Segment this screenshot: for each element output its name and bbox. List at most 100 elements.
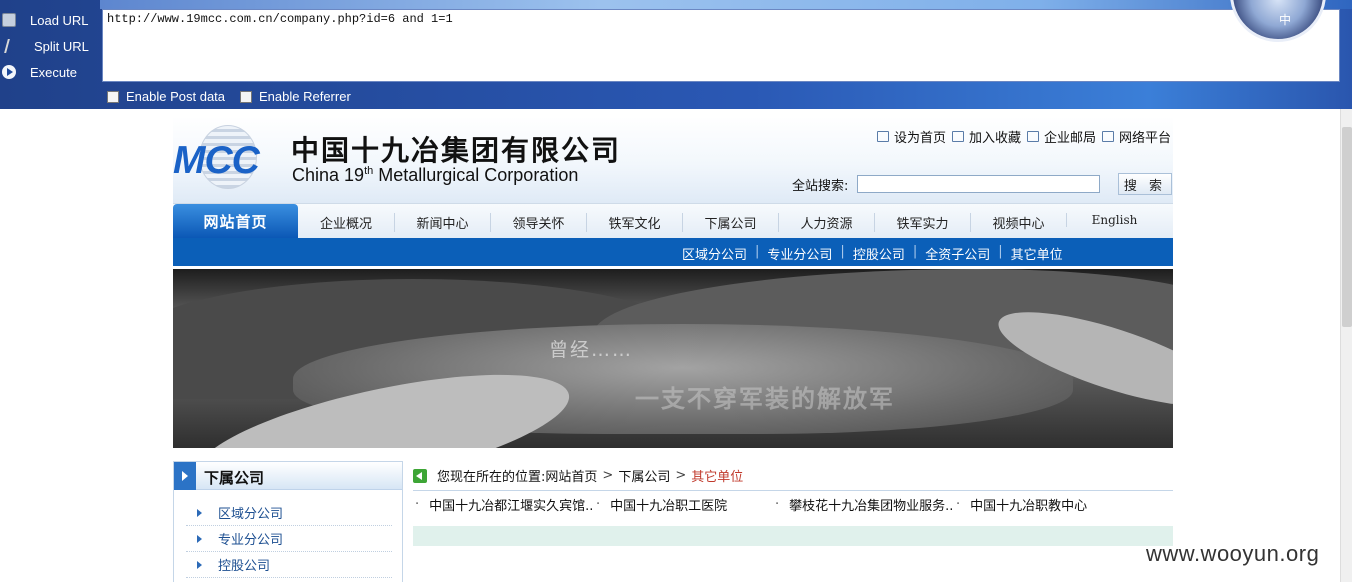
network-platform-link[interactable]: 网络平台 xyxy=(1102,127,1171,146)
add-favorite-link[interactable]: 加入收藏 xyxy=(952,127,1021,146)
search-input[interactable] xyxy=(857,175,1100,193)
divider: | xyxy=(755,244,760,259)
mcc-logo[interactable]: MCC xyxy=(173,125,277,191)
sidebar-title: 下属公司 xyxy=(204,469,265,487)
list-item[interactable]: · 中国十九冶职工医院 xyxy=(596,495,727,514)
breadcrumb-current: 其它单位 xyxy=(691,470,744,485)
sidebar-item-holding[interactable]: 控股公司 xyxy=(186,552,392,578)
execute-button[interactable]: Execute xyxy=(0,61,100,83)
top-link-label: 企业邮局 xyxy=(1044,131,1097,146)
website: MCC 中国十九冶集团有限公司 China 19th Metallurgical… xyxy=(173,117,1173,582)
breadcrumb: 您现在所在的位置: 网站首页 > 下属公司 > 其它单位 xyxy=(413,461,1173,491)
chevron-right-icon: > xyxy=(675,468,687,483)
nav-item-strength[interactable]: 铁军实力 xyxy=(874,213,970,232)
banner-image: 曾经…… 一支不穿军装的解放军 xyxy=(173,269,1173,448)
divider: | xyxy=(912,244,918,259)
list-item[interactable]: · 中国十九冶职教中心 xyxy=(956,495,1087,514)
logo-text: MCC xyxy=(173,139,260,182)
top-link-label: 网络平台 xyxy=(1119,131,1172,146)
bullet-icon xyxy=(197,508,202,517)
nav-item-news[interactable]: 新闻中心 xyxy=(394,213,490,232)
enable-referrer-checkbox[interactable]: Enable Referrer xyxy=(240,89,351,104)
sidebar-item-label: 专业分公司 xyxy=(218,533,284,548)
page-scrollbar[interactable] xyxy=(1340,109,1352,582)
top-link-label: 设为首页 xyxy=(894,131,947,146)
watermark: www.wooyun.org xyxy=(1146,541,1320,566)
nav-item-culture[interactable]: 铁军文化 xyxy=(586,213,682,232)
nav-item-subsidiaries[interactable]: 下属公司 xyxy=(682,213,778,232)
bullet-icon: · xyxy=(415,497,420,512)
set-homepage-link[interactable]: 设为首页 xyxy=(877,127,946,146)
checkbox-box[interactable] xyxy=(107,90,119,103)
bullet-icon xyxy=(197,534,202,543)
sidebar-item-label: 区域分公司 xyxy=(218,507,284,522)
breadcrumb-parent[interactable]: 下属公司 xyxy=(618,466,670,485)
sidebar: 下属公司 区域分公司 专业分公司 控股公司 xyxy=(173,461,403,582)
company-name-chinese: 中国十九冶集团有限公司 xyxy=(291,134,622,167)
breadcrumb-home[interactable]: 网站首页 xyxy=(545,466,597,485)
sub-nav-regional[interactable]: 区域分公司 xyxy=(682,244,747,263)
nav-item-english[interactable]: English xyxy=(1066,213,1162,227)
sidebar-item-regional[interactable]: 区域分公司 xyxy=(186,500,392,526)
sidebar-item-professional[interactable]: 专业分公司 xyxy=(186,526,392,552)
breadcrumb-prefix: 您现在所在的位置: xyxy=(437,470,546,485)
speaker-icon xyxy=(413,468,427,483)
load-url-button[interactable]: Load URL xyxy=(0,9,100,31)
url-textarea[interactable]: http://www.19mcc.com.cn/company.php?id=6… xyxy=(102,9,1340,82)
company-en-part: China 19 xyxy=(292,165,365,185)
list-item[interactable]: · 攀枝花十九冶集团物业服务.. xyxy=(775,495,953,514)
main-navigation: 网站首页 企业概况 新闻中心 领导关怀 铁军文化 下属公司 人力资源 铁军实力 … xyxy=(173,203,1173,239)
home-icon xyxy=(877,131,889,142)
nav-item-overview[interactable]: 企业概况 xyxy=(298,213,394,232)
bullet-icon: · xyxy=(956,497,961,512)
list-item-label: 中国十九冶都江堰实久宾馆.. xyxy=(429,499,594,514)
banner-caption-1: 曾经…… xyxy=(549,339,634,361)
execute-label: Execute xyxy=(30,64,77,80)
bullet-icon xyxy=(197,560,202,569)
load-url-icon xyxy=(2,13,16,27)
company-name-english: China 19th Metallurgical Corporation xyxy=(292,165,578,186)
mail-icon xyxy=(1027,131,1040,142)
chevron-right-icon: > xyxy=(602,468,614,483)
network-icon xyxy=(1102,131,1115,142)
sub-nav-professional[interactable]: 专业分公司 xyxy=(767,244,832,263)
split-url-label: Split URL xyxy=(34,38,89,54)
list-item[interactable]: · 中国十九冶都江堰实久宾馆.. xyxy=(415,495,593,514)
sub-nav-other[interactable]: 其它单位 xyxy=(1011,244,1063,263)
nav-item-home[interactable]: 网站首页 xyxy=(173,204,298,239)
divider: | xyxy=(998,244,1003,259)
nav-item-video[interactable]: 视频中心 xyxy=(970,213,1066,232)
corporate-mail-link[interactable]: 企业邮局 xyxy=(1027,127,1096,146)
arrow-right-icon xyxy=(174,462,196,490)
sub-nav-wholly-owned[interactable]: 全资子公司 xyxy=(925,244,990,263)
enable-post-data-checkbox[interactable]: Enable Post data xyxy=(107,89,225,104)
load-url-label: Load URL xyxy=(30,12,89,28)
scrollbar-thumb[interactable] xyxy=(1342,127,1352,327)
content-pagination-bar xyxy=(413,526,1173,546)
split-url-button[interactable]: Split URL xyxy=(0,35,100,57)
company-en-rest: Metallurgical Corporation xyxy=(373,165,579,185)
sub-nav-row: 区域分公司 | 专业分公司 | 控股公司 | 全资子公司 | 其它单位 xyxy=(682,244,1063,263)
top-link-label: 加入收藏 xyxy=(969,131,1022,146)
sub-nav-holding[interactable]: 控股公司 xyxy=(853,244,905,263)
enable-referrer-label: Enable Referrer xyxy=(259,89,351,104)
nav-item-hr[interactable]: 人力资源 xyxy=(778,213,874,232)
hackbar-toolbar: Load URL Split URL Execute http://www.19… xyxy=(0,0,1352,109)
sidebar-item-label: 控股公司 xyxy=(218,559,271,574)
list-item-label: 中国十九冶职工医院 xyxy=(610,499,728,514)
bullet-icon: · xyxy=(775,497,780,512)
bullet-icon: · xyxy=(596,497,601,512)
checkbox-box[interactable] xyxy=(240,90,252,103)
avatar-text: 中 xyxy=(1279,13,1292,27)
favorite-icon xyxy=(952,131,965,142)
sidebar-header: 下属公司 xyxy=(174,462,402,490)
execute-icon xyxy=(2,65,16,79)
nav-item-leadership[interactable]: 领导关怀 xyxy=(490,213,586,232)
search-button[interactable]: 搜 索 xyxy=(1118,173,1172,195)
company-en-sup: th xyxy=(364,165,374,177)
search-label: 全站搜索: xyxy=(792,179,849,194)
list-item-label: 攀枝花十九冶集团物业服务.. xyxy=(789,499,954,514)
enable-post-data-label: Enable Post data xyxy=(126,89,226,104)
list-item-label: 中国十九冶职教中心 xyxy=(970,499,1088,514)
divider: | xyxy=(840,244,845,259)
